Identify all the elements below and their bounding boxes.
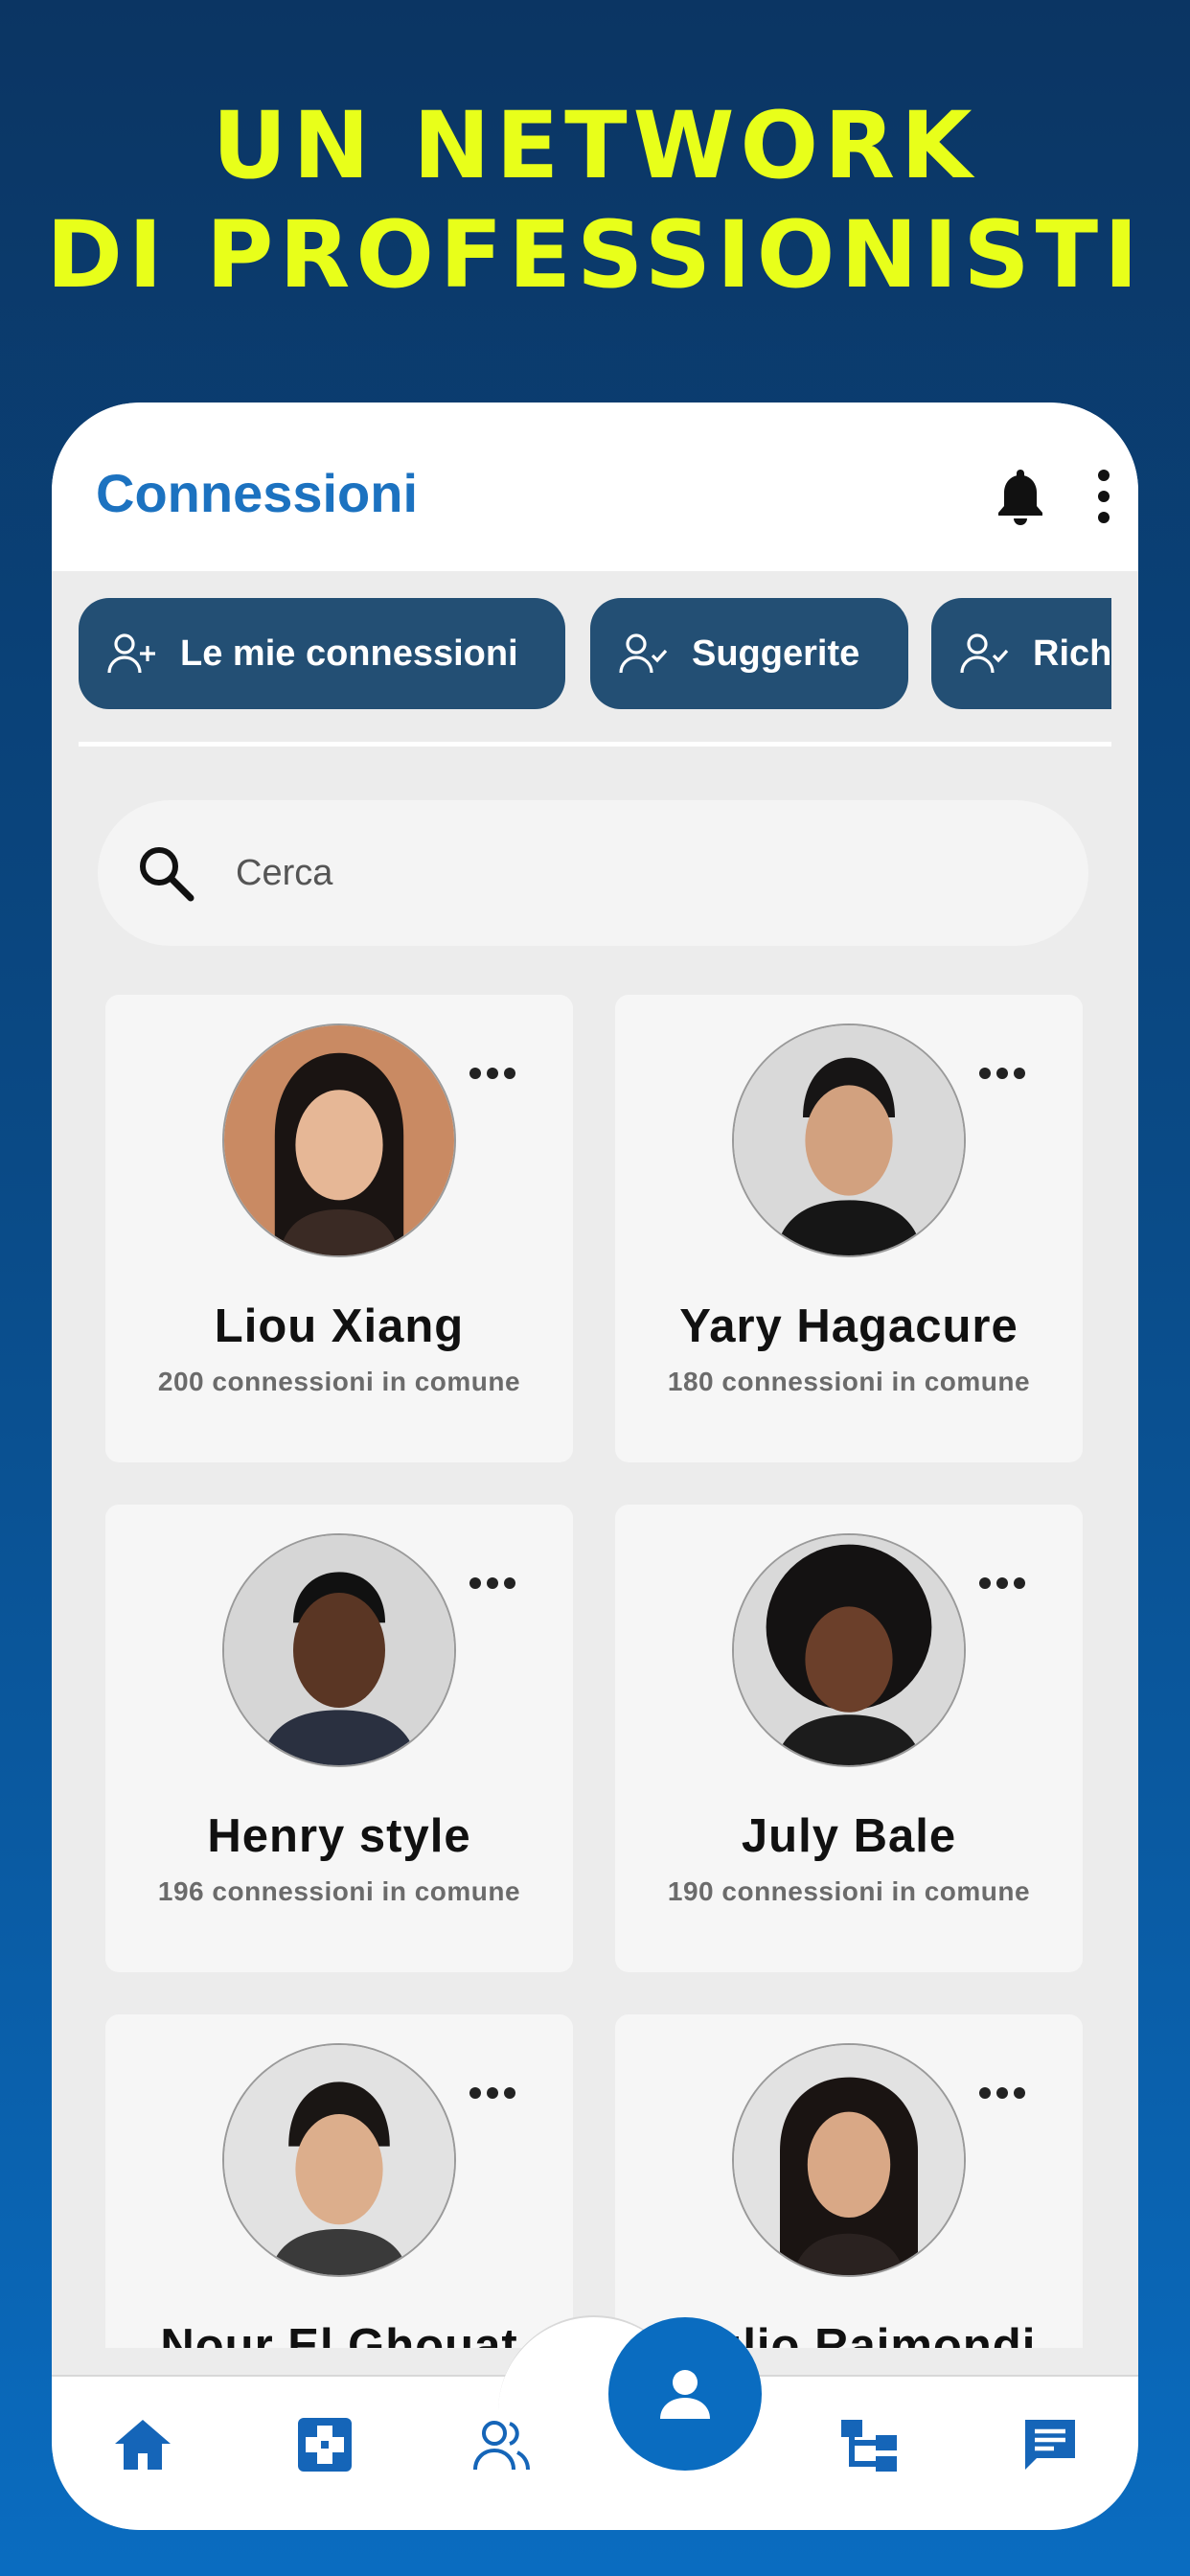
more-icon[interactable] — [977, 1574, 1027, 1593]
nav-network[interactable] — [471, 2414, 533, 2475]
avatar — [222, 1533, 456, 1767]
avatar — [732, 1533, 966, 1767]
tab-suggested[interactable]: Suggerite — [590, 598, 908, 709]
connection-name: July Bale — [741, 1810, 957, 1862]
headline-line-2: DI PROFESSIONISTI — [46, 201, 1144, 309]
person-icon — [660, 2370, 710, 2419]
page-title: Connessioni — [96, 463, 419, 523]
mutual-label: connessioni in comune — [212, 1876, 521, 1906]
tab-requests[interactable]: Rich — [931, 598, 1111, 709]
mutual-connections: 180 connessioni in comune — [615, 1367, 1083, 1397]
avatar — [222, 1024, 456, 1257]
search-input[interactable] — [234, 851, 1004, 895]
connection-name: Henry style — [207, 1810, 471, 1862]
more-options-icon[interactable] — [1092, 468, 1115, 525]
connection-name: Yary Hagacure — [679, 1300, 1018, 1352]
mutual-connections: 196 connessioni in comune — [105, 1876, 573, 1907]
connection-name: Nour El Ghouat — [160, 2320, 518, 2348]
nav-medical[interactable] — [294, 2414, 355, 2475]
app-header: Connessioni — [52, 402, 1138, 571]
mutual-count: 190 — [667, 1876, 715, 1906]
medical-cross-icon — [298, 2418, 352, 2472]
mutual-label: connessioni in comune — [212, 1367, 521, 1396]
connection-card[interactable]: Yary Hagacure 180 connessioni in comune — [615, 995, 1083, 1462]
mutual-count: 196 — [157, 1876, 205, 1906]
connection-card[interactable]: Nour El Ghouat — [105, 2014, 573, 2348]
connection-card[interactable]: July Bale 190 connessioni in comune — [615, 1505, 1083, 1972]
tab-label: Rich — [1033, 632, 1111, 674]
connections-grid: Liou Xiang 200 connessioni in comune Yar… — [105, 995, 1085, 2348]
mutual-label: connessioni in comune — [721, 1367, 1031, 1396]
avatar — [732, 2043, 966, 2277]
mutual-connections: 190 connessioni in comune — [615, 1876, 1083, 1907]
person-check-icon — [619, 633, 668, 674]
nav-messages[interactable] — [1019, 2414, 1081, 2475]
mutual-count: 180 — [667, 1367, 715, 1396]
tab-label: Le mie connessioni — [180, 632, 518, 674]
avatar — [222, 2043, 456, 2277]
mutual-count: 200 — [157, 1367, 205, 1396]
nav-home[interactable] — [112, 2414, 173, 2475]
connection-name: Liou Xiang — [214, 1300, 465, 1352]
person-check-icon — [960, 633, 1009, 674]
more-icon[interactable] — [977, 2083, 1027, 2103]
connection-card[interactable]: Liou Xiang 200 connessioni in comune — [105, 995, 573, 1462]
more-icon[interactable] — [468, 1064, 517, 1083]
avatar — [732, 1024, 966, 1257]
phone-screen: Connessioni Le mie connessioni Suggerite… — [52, 402, 1138, 2530]
connection-card[interactable]: Giulio Raimondi — [615, 2014, 1083, 2348]
tab-divider — [79, 742, 1111, 747]
person-add-icon — [107, 633, 155, 674]
hierarchy-icon — [841, 2420, 897, 2472]
mutual-label: connessioni in comune — [721, 1876, 1031, 1906]
more-icon[interactable] — [468, 2083, 517, 2103]
chat-icon — [1025, 2420, 1075, 2470]
tab-my-connections[interactable]: Le mie connessioni — [79, 598, 565, 709]
headline: UN NETWORK DI PROFESSIONISTI — [0, 91, 1190, 310]
search-icon — [140, 847, 195, 902]
mutual-connections: 200 connessioni in comune — [105, 1367, 573, 1397]
more-icon[interactable] — [977, 1064, 1027, 1083]
connection-tabs: Le mie connessioni Suggerite Rich — [79, 598, 1111, 711]
nav-profile[interactable] — [608, 2317, 762, 2471]
people-icon — [473, 2421, 530, 2471]
home-icon — [115, 2420, 171, 2470]
more-icon[interactable] — [468, 1574, 517, 1593]
connection-card[interactable]: Henry style 196 connessioni in comune — [105, 1505, 573, 1972]
nav-hierarchy[interactable] — [839, 2414, 901, 2475]
search-bar[interactable] — [98, 800, 1088, 946]
headline-line-1: UN NETWORK — [212, 92, 978, 199]
tab-label: Suggerite — [692, 632, 860, 674]
bell-icon[interactable] — [994, 466, 1047, 527]
